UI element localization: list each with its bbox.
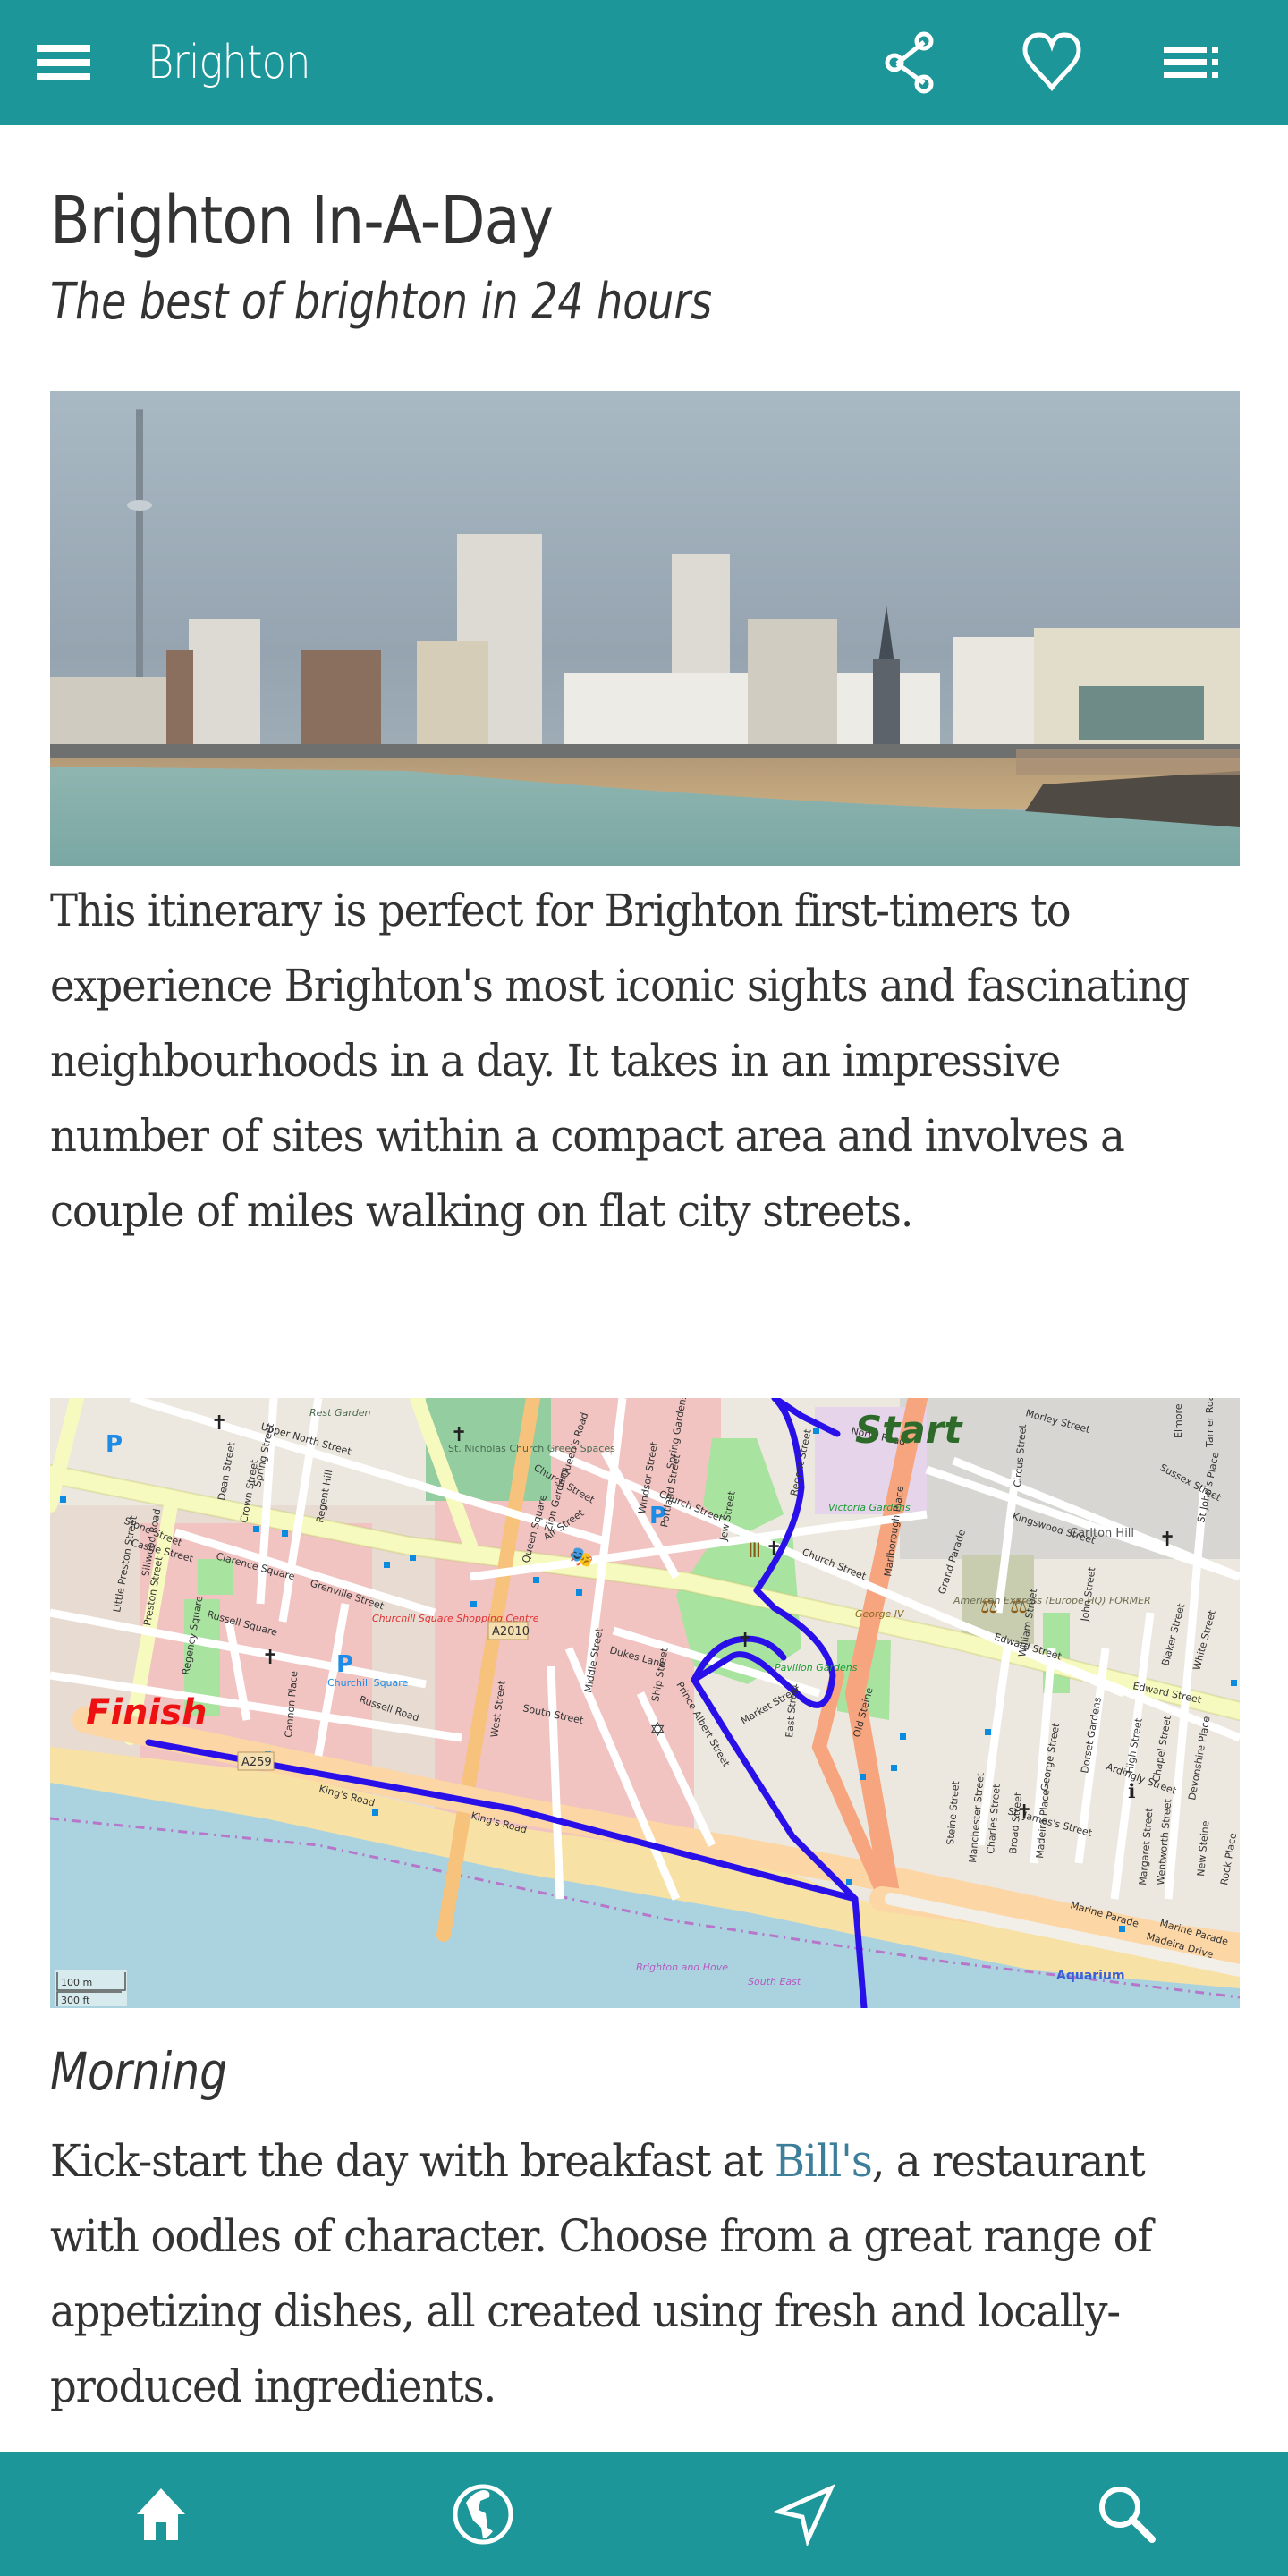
map-label-george-iv: George IV	[855, 1608, 905, 1620]
map-label-st-nicholas: St. Nicholas Church Green Spaces	[448, 1443, 615, 1454]
svg-text:✝: ✝	[262, 1647, 278, 1669]
map-start-label: Start	[855, 1408, 963, 1452]
map-label-south-east: South East	[748, 1976, 801, 1987]
svg-text:Elmore: Elmore	[1173, 1403, 1184, 1438]
morning-paragraph: Kick-start the day with breakfast at Bil…	[50, 2123, 1198, 2424]
app-bar: Brighton	[0, 0, 1288, 125]
map-scale-bar: 100 m 300 ft	[55, 1970, 127, 2006]
nav-explore-button[interactable]	[443, 2474, 523, 2555]
map-road-shield-a2010: A2010	[487, 1621, 530, 1640]
globe-icon	[453, 2484, 513, 2545]
share-button[interactable]	[875, 27, 946, 98]
app-title: Brighton	[148, 36, 310, 89]
favorite-button[interactable]	[1016, 27, 1088, 98]
contents-list-button[interactable]	[1157, 27, 1229, 98]
svg-text:P: P	[336, 1651, 353, 1678]
menu-button[interactable]	[27, 27, 98, 98]
nav-home-button[interactable]	[121, 2474, 201, 2555]
route-map[interactable]: ✝ ✝ ✝ ✝ ✝ ✝ ✝ ℹ ✡ 🎭 Ⅲ ⚖ ⚖ PPP Rest Garden Vi…	[50, 1398, 1240, 2008]
search-icon	[1099, 2487, 1156, 2543]
svg-text:Ⅲ: Ⅲ	[748, 1540, 761, 1563]
map-label-rest-garden: Rest Garden	[309, 1407, 370, 1419]
svg-text:A2010: A2010	[492, 1625, 530, 1639]
map-label-pavilion-gardens: Pavilion Gardens	[775, 1662, 858, 1674]
map-scale-metric: 100 m	[61, 1977, 92, 1988]
home-icon	[137, 2488, 185, 2540]
bottom-navigation	[0, 2452, 1288, 2576]
svg-text:✝: ✝	[211, 1412, 227, 1435]
map-canvas[interactable]: ✝✝ ✝✝ ✝✝ ✝ℹ ✡ 🎭 Ⅲ ⚖ ⚖ PPP Rest Garden Vi…	[50, 1398, 1240, 2008]
section-heading-morning: Morning	[50, 2041, 228, 2102]
morning-text-before: Kick-start the day with breakfast at	[50, 2135, 775, 2187]
map-road-shield-a259: A259	[237, 1751, 275, 1771]
svg-text:✡: ✡	[649, 1719, 665, 1741]
intro-paragraph: This itinerary is perfect for Brighton f…	[50, 885, 1190, 1237]
svg-text:✝: ✝	[737, 1630, 753, 1652]
menu-icon	[37, 45, 90, 80]
map-label-churchill-square: Churchill Square	[327, 1677, 409, 1689]
svg-text:🎭: 🎭	[569, 1546, 593, 1569]
share-icon	[885, 31, 934, 94]
page-subtitle: The best of brighton in 24 hours	[50, 273, 713, 331]
bills-link[interactable]: Bill's	[775, 2135, 873, 2187]
svg-text:✝: ✝	[1159, 1529, 1175, 1551]
page-title: Brighton In-A-Day	[50, 182, 554, 259]
hero-image	[50, 391, 1240, 866]
map-scale-imperial: 300 ft	[61, 1995, 90, 2006]
list-icon	[1164, 47, 1218, 78]
nav-navigate-button[interactable]	[765, 2474, 845, 2555]
map-label-brighton-hove: Brighton and Hove	[636, 1962, 728, 1973]
svg-text:A259: A259	[242, 1756, 272, 1769]
svg-text:ℹ: ℹ	[1128, 1781, 1135, 1803]
svg-text:✝: ✝	[766, 1538, 782, 1561]
svg-text:P: P	[106, 1431, 123, 1458]
heart-icon	[1022, 32, 1081, 92]
map-finish-label: Finish	[86, 1692, 208, 1733]
navigation-icon	[774, 2484, 835, 2546]
svg-text:Tarner Road: Tarner Road	[1204, 1398, 1216, 1448]
map-label-aquarium: Aquarium	[1056, 1969, 1125, 1983]
map-label-american-express: American Express (Europe HQ) FORMER	[953, 1595, 1151, 1606]
nav-search-button[interactable]	[1087, 2474, 1167, 2555]
brighton-seafront-photo	[50, 391, 1240, 866]
